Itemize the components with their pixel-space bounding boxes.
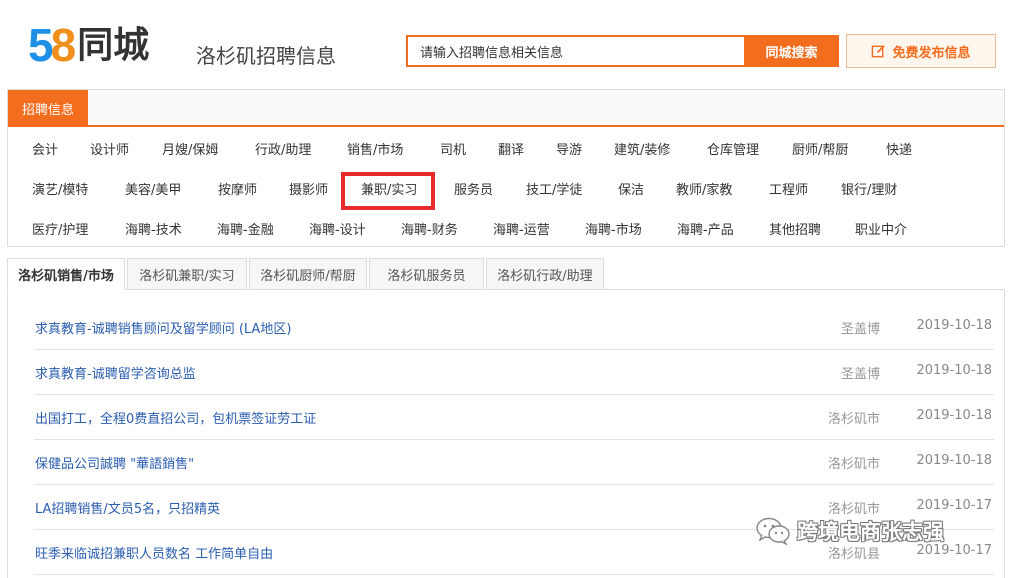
- tab-la-waiter[interactable]: 洛杉矶服务员: [369, 258, 484, 290]
- tab-la-chef[interactable]: 洛杉矶厨师/帮厨: [249, 258, 367, 290]
- watermark-text: 跨境电商张志强: [797, 520, 944, 544]
- listing-title[interactable]: 旺季来临诚招兼职人员数名 工作简单自由: [35, 543, 273, 562]
- category-link[interactable]: 银行/理财: [841, 179, 897, 198]
- category-link[interactable]: 演艺/模特: [32, 179, 88, 198]
- list-item[interactable]: 求真教育-诚聘留学咨询总监 圣盖博 2019-10-18: [34, 350, 994, 395]
- logo-digit-5: 5: [28, 19, 54, 71]
- category-link[interactable]: 销售/市场: [347, 139, 403, 158]
- category-link[interactable]: 技工/学徒: [526, 179, 582, 198]
- listing-date: 2019-10-18: [916, 318, 992, 333]
- category-link[interactable]: 快递: [886, 139, 912, 158]
- edit-icon: [872, 44, 886, 57]
- listing-location: 圣盖博: [840, 367, 880, 382]
- category-link[interactable]: 保洁: [618, 179, 644, 198]
- search-button[interactable]: 同城搜索: [744, 35, 839, 67]
- logo-digit-8: 8: [50, 19, 77, 71]
- listing-title[interactable]: 求真教育-诚聘销售顾问及留学顾问 (LA地区): [35, 318, 291, 337]
- tab-recruitment-info[interactable]: 招聘信息: [8, 90, 89, 127]
- category-link[interactable]: 服务员: [454, 179, 493, 198]
- category-link[interactable]: 厨师/帮厨: [792, 139, 848, 158]
- page-title: 洛杉矶招聘信息: [196, 44, 336, 68]
- list-item[interactable]: 出国打工，全程0费直招公司，包机票签证劳工证 洛杉矶市 2019-10-18: [34, 395, 994, 440]
- panel-tabbar: 招聘信息: [8, 90, 1004, 127]
- category-link[interactable]: 海聘-技术: [125, 219, 182, 238]
- category-link[interactable]: 工程师: [769, 179, 808, 198]
- tab-la-admin[interactable]: 洛杉矶行政/助理: [486, 258, 604, 290]
- category-link[interactable]: 医疗/护理: [32, 219, 88, 238]
- category-link[interactable]: 建筑/装修: [614, 139, 670, 158]
- category-link[interactable]: 按摩师: [218, 179, 257, 198]
- list-item[interactable]: 求真教育-诚聘销售顾问及留学顾问 (LA地区) 圣盖博 2019-10-18: [34, 305, 994, 350]
- tab-la-sales[interactable]: 洛杉矶销售/市场: [7, 258, 125, 290]
- list-item[interactable]: 保健品公司誠聘 "華語銷售" 洛杉矶市 2019-10-18: [34, 440, 994, 485]
- category-link[interactable]: 行政/助理: [255, 139, 311, 158]
- category-link[interactable]: 海聘-运营: [493, 219, 550, 238]
- category-link[interactable]: 摄影师: [289, 179, 328, 198]
- listing-title[interactable]: 保健品公司誠聘 "華語銷售": [35, 453, 194, 472]
- listing-title[interactable]: 求真教育-诚聘留学咨询总监: [35, 363, 196, 382]
- listing-date: 2019-10-18: [916, 453, 992, 468]
- wechat-icon: [756, 517, 790, 546]
- listing-location: 圣盖博: [840, 322, 880, 337]
- post-free-button[interactable]: 免费发布信息: [846, 34, 996, 68]
- listing-date: 2019-10-18: [916, 408, 992, 423]
- highlight-annotation-box: [341, 172, 435, 210]
- category-link[interactable]: 职业中介: [855, 219, 907, 238]
- category-link[interactable]: 设计师: [90, 139, 129, 158]
- category-link[interactable]: 美容/美甲: [125, 179, 181, 198]
- listing-location: 洛杉矶市: [827, 412, 880, 427]
- site-logo[interactable]: 5 8 同城: [28, 18, 149, 68]
- category-link[interactable]: 海聘-产品: [677, 219, 734, 238]
- watermark: 跨境电商张志强: [755, 516, 944, 546]
- category-link[interactable]: 海聘-市场: [585, 219, 642, 238]
- category-link[interactable]: 教师/家教: [676, 179, 732, 198]
- listing-title[interactable]: LA招聘销售/文员5名，只招精英: [35, 498, 220, 517]
- category-link[interactable]: 翻译: [498, 139, 524, 158]
- listing-date: 2019-10-18: [916, 363, 992, 378]
- listing-location: 洛杉矶市: [827, 502, 880, 517]
- category-link[interactable]: 其他招聘: [769, 219, 821, 238]
- category-link[interactable]: 司机: [440, 139, 466, 158]
- post-free-label: 免费发布信息: [892, 45, 971, 61]
- category-link[interactable]: 海聘-财务: [401, 219, 458, 238]
- listing-location: 洛杉矶市: [827, 457, 880, 472]
- job-categories-panel: 招聘信息 会计 设计师 月嫂/保姆 行政/助理 销售/市场 司机 翻译 导游 建…: [7, 89, 1005, 247]
- listing-date: 2019-10-17: [916, 498, 992, 513]
- category-link[interactable]: 仓库管理: [707, 139, 759, 158]
- logo-text: 同城: [77, 25, 150, 66]
- category-link[interactable]: 会计: [32, 139, 58, 158]
- category-link[interactable]: 海聘-金融: [217, 219, 274, 238]
- listing-title[interactable]: 出国打工，全程0费直招公司，包机票签证劳工证: [35, 408, 316, 427]
- category-link[interactable]: 月嫂/保姆: [162, 139, 218, 158]
- site-header: 5 8 同城 洛杉矶招聘信息 同城搜索 免费发布信息: [0, 0, 1012, 85]
- category-link[interactable]: 海聘-设计: [309, 219, 366, 238]
- search-input[interactable]: [406, 35, 744, 67]
- category-link[interactable]: 导游: [556, 139, 582, 158]
- tab-la-part-time[interactable]: 洛杉矶兼职/实习: [127, 258, 247, 290]
